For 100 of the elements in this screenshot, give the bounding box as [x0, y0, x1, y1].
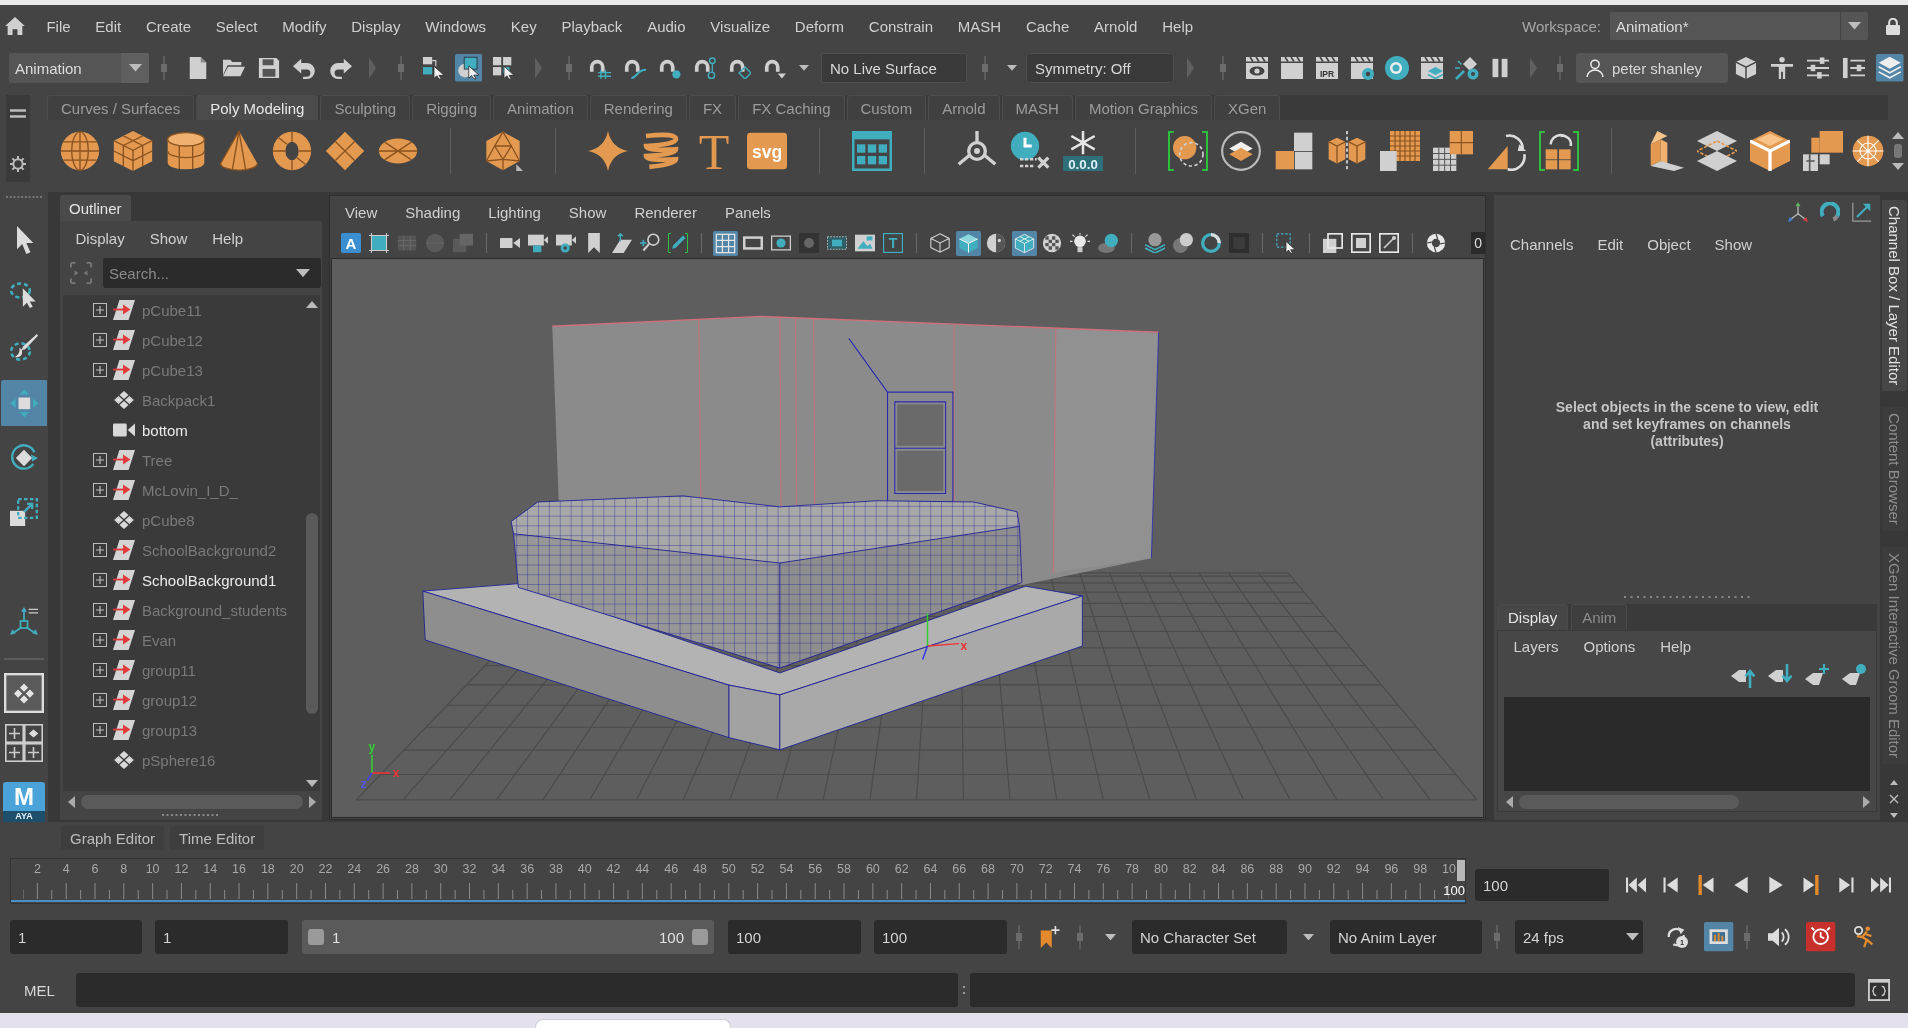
menu-item[interactable]: Modify: [269, 17, 339, 35]
step-forward-icon[interactable]: [1836, 875, 1856, 895]
home-icon[interactable]: [5, 17, 25, 35]
wireframe-cube-icon[interactable]: [930, 233, 950, 253]
camera-box-icon[interactable]: [528, 233, 548, 253]
redo-icon[interactable]: [329, 57, 352, 79]
anim-layer-dropdown[interactable]: No Anim Layer: [1330, 920, 1482, 954]
save-icon[interactable]: [257, 57, 280, 79]
light-bulb-icon[interactable]: [1070, 233, 1090, 253]
grip-icon[interactable]: [161, 813, 221, 817]
menu-item[interactable]: Edit: [82, 17, 134, 35]
menu-item[interactable]: Visualize: [697, 17, 783, 35]
caret-icon[interactable]: [1848, 22, 1861, 30]
speaker-icon[interactable]: [1768, 926, 1790, 948]
menu-item[interactable]: Show: [137, 229, 200, 247]
sliders-icon[interactable]: [1807, 57, 1829, 79]
stacked-planes-icon[interactable]: [1696, 131, 1737, 171]
menu-item[interactable]: Show: [554, 203, 621, 221]
checker-sphere-icon[interactable]: [1042, 233, 1062, 253]
shelf-scroll-icon[interactable]: [1892, 132, 1904, 170]
expand-box-icon[interactable]: [93, 333, 107, 347]
skip-to-end-icon[interactable]: [1871, 875, 1891, 895]
expand-box-icon[interactable]: [93, 603, 107, 617]
menu-item[interactable]: Help: [1149, 17, 1206, 35]
square-frame-icon[interactable]: [1351, 233, 1371, 253]
shelf-tab[interactable]: Curves / Surfaces: [47, 95, 195, 120]
time-slider[interactable]: 2 4 6 8 10 12 14 16 18 20 22 24 26 28 30 32 34 36 38 40 42 44 46 48 50 52 54 56 58 60 62 64 66 68 70 72 74 76 78 80 82 84 86 88 90 92 94 96 98 10 100: [10, 858, 1466, 904]
grip-icon[interactable]: [1623, 595, 1751, 599]
menu-item[interactable]: Windows: [412, 17, 499, 35]
text-tool-icon[interactable]: T: [693, 131, 734, 171]
caret-icon[interactable]: [1007, 65, 1017, 71]
text-box-icon[interactable]: T: [883, 233, 903, 253]
range-slider[interactable]: 1 100: [302, 920, 714, 954]
character-set-dropdown[interactable]: No Character Set: [1132, 920, 1287, 954]
script-language-toggle[interactable]: MEL: [24, 973, 55, 1007]
cube-icon[interactable]: [112, 131, 153, 171]
panel-tab[interactable]: Display: [1497, 604, 1569, 630]
list-slider-icon[interactable]: [1843, 57, 1865, 79]
torus-icon[interactable]: [271, 131, 312, 171]
layer-dot-icon[interactable]: [1842, 664, 1866, 688]
shelf-tab[interactable]: XGen: [1214, 95, 1281, 120]
squares-arrows-icon[interactable]: [1538, 131, 1579, 171]
arrow-plane-icon[interactable]: [612, 233, 632, 253]
menu-item[interactable]: Shading: [391, 203, 475, 221]
axes-icon[interactable]: [1788, 202, 1808, 222]
circles-bracket-icon[interactable]: [1167, 131, 1208, 171]
shelf-tab[interactable]: Poly Modeling: [196, 95, 319, 120]
menu-item[interactable]: Panels: [710, 203, 785, 221]
move-manipulator-icon[interactable]: [921, 612, 960, 661]
rectangle-frame-icon[interactable]: [743, 233, 763, 253]
command-field[interactable]: [75, 973, 958, 1007]
menu-item[interactable]: Key: [498, 17, 550, 35]
user-field[interactable]: peter shanley: [1576, 53, 1728, 83]
menu-item[interactable]: Constrain: [856, 17, 946, 35]
menu-item[interactable]: Help: [199, 229, 256, 247]
running-figure-gear-icon[interactable]: [1854, 926, 1876, 948]
menu-item[interactable]: MASH: [945, 17, 1014, 35]
fps-dropdown[interactable]: 24 fps: [1515, 920, 1643, 954]
ring-disc-icon[interactable]: [1384, 56, 1409, 80]
taskbar-search-field[interactable]: [535, 1019, 731, 1028]
magnet-icon[interactable]: [763, 57, 786, 79]
aperture-icon[interactable]: [1426, 233, 1446, 253]
expand-box-icon[interactable]: [93, 573, 107, 587]
menu-item[interactable]: Display: [63, 229, 138, 247]
braces-window-icon[interactable]: [1867, 979, 1890, 1001]
workspace-dropdown[interactable]: Animation*: [1610, 12, 1868, 40]
shelf-tab[interactable]: FX: [688, 95, 737, 120]
lock-icon[interactable]: [1886, 17, 1900, 35]
bar-chart-icon[interactable]: [1704, 922, 1734, 952]
live-surface-field[interactable]: No Live Surface: [821, 53, 967, 83]
magnet-point-icon[interactable]: [658, 57, 681, 79]
menu-item[interactable]: Edit: [1585, 235, 1636, 253]
outliner-item[interactable]: SchoolBackground1: [142, 571, 277, 589]
scroll-left-icon[interactable]: [1506, 796, 1513, 808]
side-tab[interactable]: Content Browser: [1881, 407, 1907, 531]
clapperboard-layers-icon[interactable]: [1419, 56, 1444, 80]
expand-box-icon[interactable]: [93, 543, 107, 557]
menu-item[interactable]: Show: [1702, 235, 1765, 253]
image-icon[interactable]: [855, 233, 875, 253]
select-box-icon[interactable]: [1276, 233, 1296, 253]
dense-grid-icon[interactable]: [1379, 131, 1420, 171]
clock-list-icon[interactable]: [1009, 131, 1050, 171]
circle-frame-icon[interactable]: [771, 233, 791, 253]
menu-item[interactable]: Select: [203, 17, 270, 35]
shelf-tab[interactable]: Rendering: [589, 95, 687, 120]
letter-tile-icon[interactable]: A: [341, 233, 361, 253]
symmetry-field[interactable]: Symmetry: Off: [1026, 53, 1174, 83]
magnet-grid-icon[interactable]: [588, 57, 611, 79]
bridge-squares-icon[interactable]: [1802, 131, 1843, 171]
scroll-right-icon[interactable]: [309, 796, 316, 808]
skip-to-start-icon[interactable]: [1626, 875, 1646, 895]
expand-box-icon[interactable]: [93, 453, 107, 467]
menu-item[interactable]: File: [34, 17, 83, 35]
menu-item[interactable]: Cache: [1013, 17, 1082, 35]
scroll-right-icon[interactable]: [1863, 796, 1870, 808]
frame-icon[interactable]: [369, 233, 389, 253]
plane-icon[interactable]: [324, 131, 365, 171]
menu-item[interactable]: View: [331, 203, 392, 221]
alarm-clock-icon[interactable]: [1806, 922, 1836, 952]
pause-icon[interactable]: [1490, 58, 1510, 78]
